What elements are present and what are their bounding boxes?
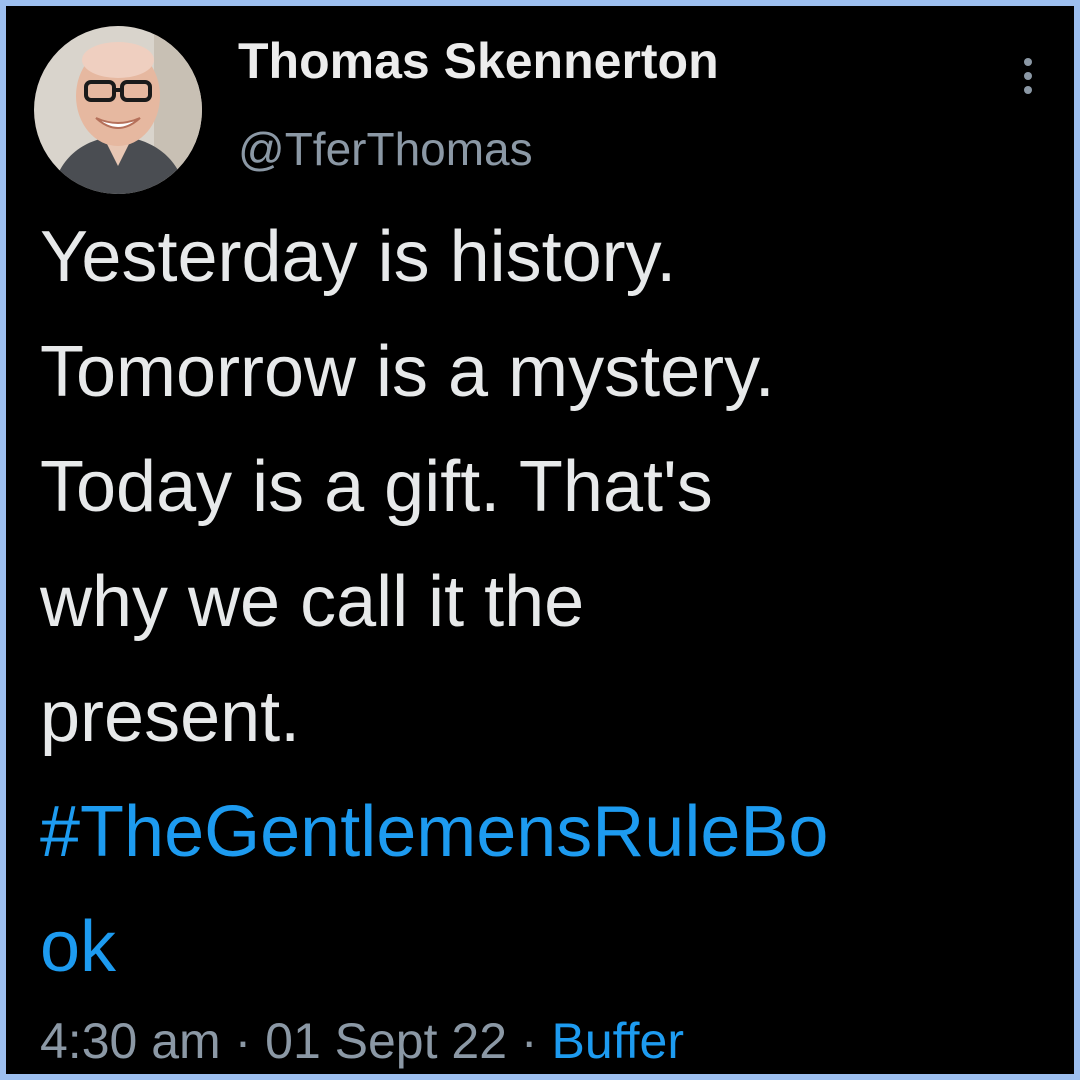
tweet-text-line: present. — [40, 677, 301, 757]
tweet-time[interactable]: 4:30 am — [40, 1013, 221, 1069]
tweet-text-line: Tomorrow is a mystery. — [40, 332, 775, 412]
more-options-button[interactable] — [1010, 54, 1046, 98]
tweet-text-line: Today is a gift. That's — [40, 447, 713, 527]
author-display-name[interactable]: Thomas Skennerton — [238, 32, 719, 90]
tweet-meta: 4:30 am · 01 Sept 22 · Buffer — [40, 1012, 684, 1070]
avatar[interactable] — [34, 26, 202, 194]
hashtag-link[interactable]: ok — [40, 890, 1040, 1005]
hashtag-link[interactable]: #TheGentlemensRuleBo — [40, 775, 1040, 890]
meta-separator: · — [520, 1013, 538, 1069]
tweet-text-line: why we call it the — [40, 562, 585, 642]
tweet-screenshot: Thomas Skennerton @TferThomas Yesterday … — [0, 0, 1080, 1080]
tweet-text: Yesterday is history. Tomorrow is a myst… — [40, 200, 1040, 1005]
more-vertical-icon — [1024, 58, 1032, 94]
tweet-date[interactable]: 01 Sept 22 — [265, 1013, 507, 1069]
avatar-photo — [34, 26, 202, 194]
tweet-source-link[interactable]: Buffer — [551, 1013, 684, 1069]
meta-separator: · — [234, 1013, 252, 1069]
author-handle[interactable]: @TferThomas — [238, 122, 533, 176]
tweet-text-line: Yesterday is history. — [40, 217, 677, 297]
